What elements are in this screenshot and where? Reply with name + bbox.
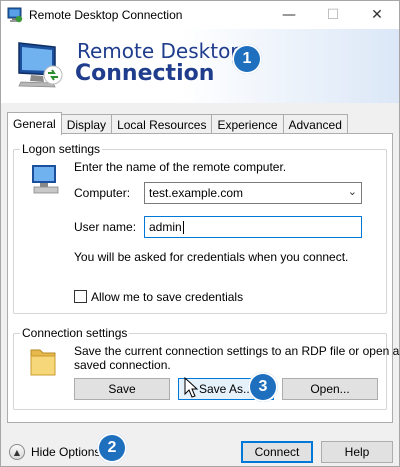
tab-display[interactable]: Display bbox=[60, 114, 113, 135]
folder-icon bbox=[30, 349, 56, 376]
minimize-icon: — bbox=[282, 7, 296, 23]
allow-save-credentials-label[interactable]: Allow me to save credentials bbox=[91, 290, 243, 304]
computer-combobox[interactable]: test.example.com ⌄ bbox=[144, 182, 362, 204]
computer-label: Computer: bbox=[74, 186, 131, 200]
collapse-options-icon[interactable]: ▲ bbox=[9, 444, 25, 460]
maximize-icon: ☐ bbox=[326, 7, 340, 23]
minimize-button[interactable]: — bbox=[267, 1, 311, 29]
window-title: Remote Desktop Connection bbox=[29, 8, 183, 22]
callout-3-badge: 3 bbox=[248, 372, 278, 402]
open-button[interactable]: Open... bbox=[282, 378, 378, 400]
general-tab-panel: Logon settings Enter the name of the rem… bbox=[7, 133, 399, 423]
tab-experience[interactable]: Experience bbox=[211, 114, 284, 135]
callout-1-badge: 1 bbox=[232, 44, 262, 74]
tab-local-resources[interactable]: Local Resources bbox=[111, 114, 213, 135]
connection-description-line1: Save the current connection settings to … bbox=[74, 344, 400, 358]
help-button[interactable]: Help bbox=[321, 441, 393, 463]
connection-settings-legend: Connection settings bbox=[20, 326, 130, 340]
title-bar[interactable]: Remote Desktop Connection — ☐ ✕ bbox=[1, 1, 399, 29]
tab-general[interactable]: General bbox=[7, 112, 62, 135]
username-value: admin bbox=[149, 220, 182, 234]
connection-description-line2: saved connection. bbox=[74, 358, 171, 372]
logon-settings-legend: Logon settings bbox=[20, 142, 103, 156]
mouse-pointer-icon bbox=[184, 377, 199, 398]
computer-value: test.example.com bbox=[149, 186, 244, 200]
computer-icon bbox=[32, 165, 59, 194]
allow-save-credentials-checkbox[interactable] bbox=[74, 290, 87, 303]
remote-desktop-app-icon bbox=[7, 7, 23, 23]
tab-strip: General Display Local Resources Experien… bbox=[7, 112, 348, 135]
maximize-button[interactable]: ☐ bbox=[311, 1, 355, 29]
header-banner: Remote Desktop Connection 1 bbox=[1, 29, 399, 103]
close-button[interactable]: ✕ bbox=[355, 1, 399, 29]
hide-options-link[interactable]: Hide Options bbox=[31, 445, 100, 459]
chevron-down-icon[interactable]: ⌄ bbox=[348, 185, 357, 198]
rdp-window: Remote Desktop Connection — ☐ ✕ Remote D… bbox=[0, 0, 400, 467]
connect-button[interactable]: Connect bbox=[241, 441, 313, 463]
monitor-connection-icon bbox=[18, 42, 63, 88]
save-button[interactable]: Save bbox=[74, 378, 170, 400]
tab-advanced[interactable]: Advanced bbox=[282, 114, 348, 135]
banner-title-line2: Connection bbox=[75, 61, 215, 86]
text-caret bbox=[182, 220, 184, 234]
close-icon: ✕ bbox=[371, 7, 383, 23]
username-input[interactable]: admin bbox=[144, 216, 362, 238]
username-label: User name: bbox=[74, 220, 137, 234]
credentials-note: You will be asked for credentials when y… bbox=[74, 250, 349, 264]
callout-2-badge: 2 bbox=[97, 433, 127, 463]
banner-title-line1: Remote Desktop bbox=[77, 39, 244, 63]
logon-instruction: Enter the name of the remote computer. bbox=[74, 160, 287, 174]
